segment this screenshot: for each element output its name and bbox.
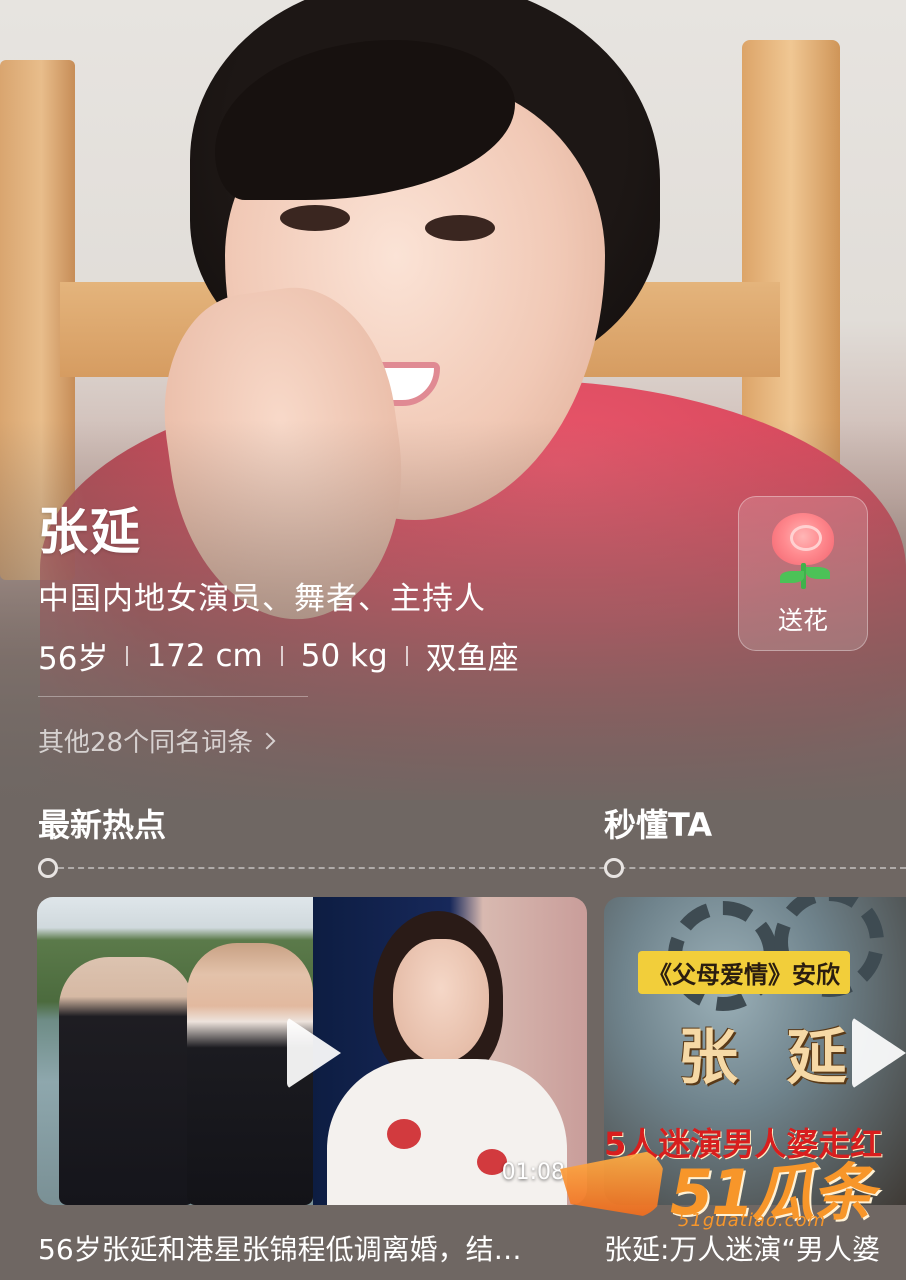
timeline-line (38, 867, 906, 869)
watermark-logo-icon (560, 1148, 666, 1218)
thumbnail-man (59, 957, 194, 1205)
section-latest-hot[interactable]: 最新热点 (38, 800, 166, 846)
video-duration: 01:08 (501, 1160, 565, 1185)
timeline (38, 858, 906, 878)
timeline-dot (604, 858, 624, 878)
rose-icon (768, 511, 838, 591)
send-flower-button[interactable]: 送花 (738, 496, 868, 651)
person-name: 张延 (38, 503, 142, 561)
stat-separator (405, 645, 408, 666)
age: 56岁 (38, 641, 109, 677)
height: 172 cm (146, 637, 263, 674)
send-flower-label: 送花 (777, 606, 828, 635)
profile-stats: 56岁 172 cm 50 kg 双鱼座 (38, 633, 519, 678)
thumbnail-tag: 《父母爱情》安欣 (638, 951, 850, 994)
weight: 50 kg (300, 637, 388, 674)
watermark: 51瓜条 51guatiao.com (560, 1140, 906, 1236)
same-name-label: 其他28个同名词条 (38, 728, 254, 758)
hero-photo (0, 0, 906, 800)
video-caption-1[interactable]: 56岁张延和港星张锦程低调离婚，结… (38, 1228, 578, 1268)
section-quick-know[interactable]: 秒懂TA (604, 800, 712, 846)
chevron-right-icon (258, 732, 276, 749)
stat-separator (280, 645, 283, 666)
divider (38, 696, 308, 697)
same-name-entries-link[interactable]: 其他28个同名词条 (38, 722, 276, 759)
watermark-url: 51guatiao.com (678, 1210, 827, 1231)
video-card-1[interactable]: 01:08 (37, 897, 587, 1205)
left-eye (280, 205, 350, 231)
zodiac: 双鱼座 (425, 641, 519, 677)
timeline-dot (38, 858, 58, 878)
stat-separator (126, 645, 129, 666)
thumbnail-portrait-face (393, 939, 489, 1063)
thumbnail-title: 张 延 (678, 1023, 861, 1093)
right-eye (425, 215, 495, 241)
occupation: 中国内地女演员、舞者、主持人 (38, 581, 486, 617)
